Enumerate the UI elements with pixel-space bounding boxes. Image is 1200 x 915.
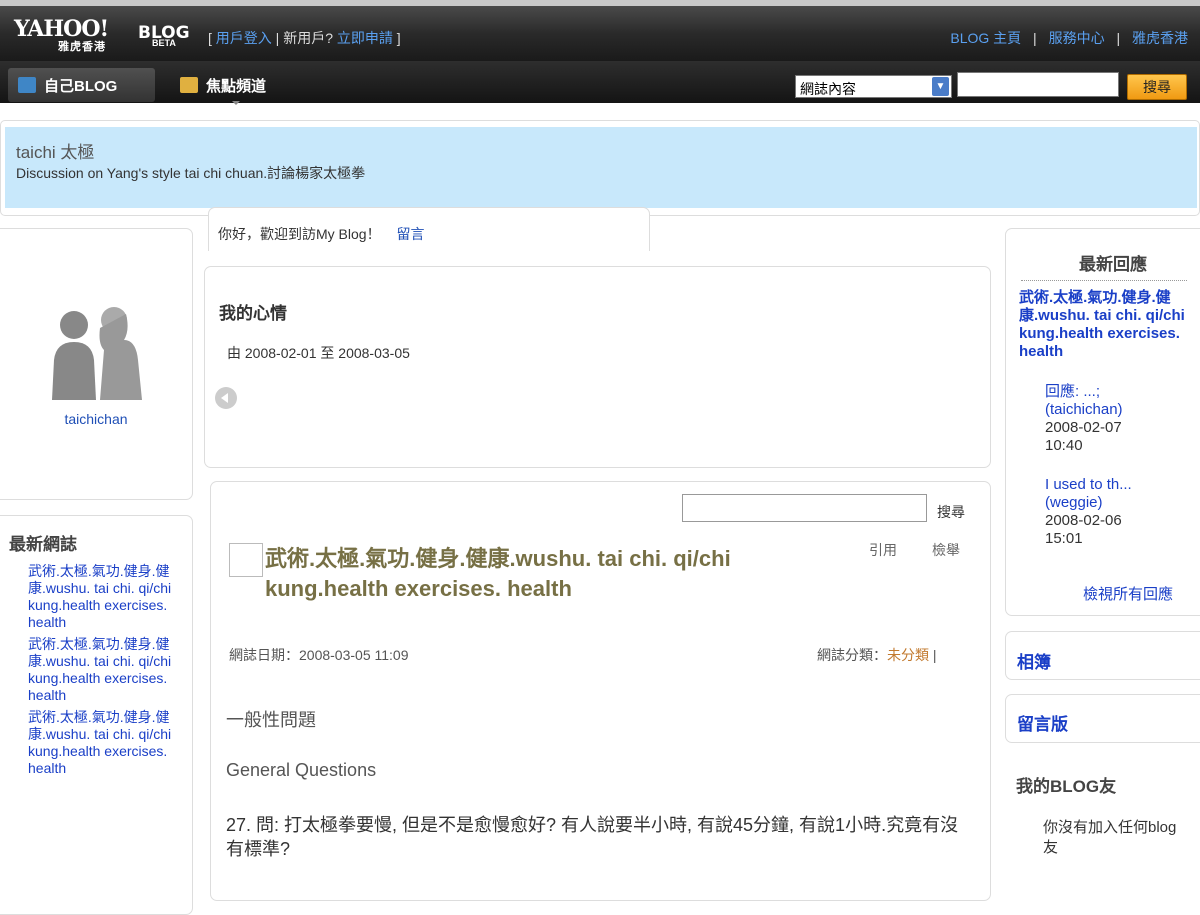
post-paragraph: 一般性問題 (226, 710, 316, 730)
auth-bracket-open: [ (208, 30, 212, 46)
mood-panel (204, 266, 991, 468)
chevron-down-icon[interactable] (232, 101, 240, 105)
blog-friends-empty: 你沒有加入任何blog友 (1043, 819, 1177, 856)
welcome-message: 你好，歡迎到訪My Blog！ 留言 (218, 226, 425, 242)
search-button[interactable]: 搜尋 (1127, 74, 1187, 100)
beta-badge: BETA (152, 38, 176, 48)
reply-item[interactable]: 回應: ...; (taichichan) 2008-02-07 10:40 (1045, 383, 1185, 455)
signup-link[interactable]: 立即申請 (337, 30, 393, 46)
folder-icon (180, 77, 198, 93)
post-paragraph: General Questions (226, 760, 377, 780)
report-link[interactable]: 檢舉 (932, 540, 960, 560)
blog-friends-title: 我的BLOG友 (1016, 777, 1117, 796)
guestbook-link[interactable]: 留言 (396, 226, 424, 242)
latest-post-link[interactable]: 武術.太極.氣功.健身.健康.wushu. tai chi. qi/chi ku… (28, 709, 173, 777)
tab-focus-channel[interactable]: 焦點頻道 (170, 68, 320, 102)
post-category: 網誌分類：未分類 | (817, 647, 937, 663)
nav-yahoo-hk[interactable]: 雅虎香港 (1132, 30, 1188, 46)
post-date: 網誌日期：2008-03-05 11:09 (229, 647, 409, 663)
mood-date-range: 由 2008-02-01 至 2008-03-05 (227, 345, 410, 361)
latest-replies-title: 最新回應 (1021, 250, 1187, 281)
latest-posts-list: 武術.太極.氣功.健身.健康.wushu. tai chi. qi/chi ku… (28, 563, 173, 782)
auth-bracket-close: ] (396, 30, 401, 46)
latest-posts-title: 最新網誌 (9, 535, 77, 554)
quote-link[interactable]: 引用 (869, 540, 897, 560)
view-all-replies-link[interactable]: 檢視所有回應 (1083, 583, 1173, 604)
auth-separator: | (275, 30, 280, 46)
nav-blog-home[interactable]: BLOG 主頁 (950, 30, 1021, 46)
blog-description: Discussion on Yang's style tai chi chuan… (16, 165, 366, 181)
login-link[interactable]: 用戶登入 (216, 30, 272, 46)
search-input[interactable] (957, 72, 1119, 97)
latest-post-link[interactable]: 武術.太極.氣功.健身.健康.wushu. tai chi. qi/chi ku… (28, 636, 173, 704)
post-mood-icon (229, 543, 263, 577)
auth-links: [ 用戶登入 | 新用戶? 立即申請 ] (208, 28, 401, 48)
blog-title: taichi 太極 (16, 143, 95, 162)
post-paragraph: 27. 問: 打太極拳要慢, 但是不是愈慢愈好? 有人說要半小時, 有說45分鐘… (226, 815, 959, 859)
post-title[interactable]: 武術.太極.氣功.健身.健康.wushu. tai chi. qi/chi ku… (265, 544, 825, 604)
previous-arrow-icon[interactable] (215, 387, 237, 409)
category-link[interactable]: 未分類 (887, 647, 929, 663)
post-search-input[interactable] (682, 494, 927, 522)
album-link[interactable]: 相簿 (1017, 648, 1051, 673)
post-search-button[interactable]: 搜尋 (937, 502, 965, 522)
new-user-label: 新用戶? (283, 30, 333, 46)
my-blog-icon (18, 77, 36, 93)
category-separator: | (932, 647, 937, 663)
nav-separator: | (1116, 30, 1121, 46)
profile-name-link[interactable]: taichichan (0, 411, 192, 427)
top-nav: BLOG 主頁 | 服務中心 | 雅虎香港 (950, 28, 1188, 48)
guestbook-board-link[interactable]: 留言版 (1017, 710, 1068, 735)
mood-title: 我的心情 (219, 304, 287, 323)
search-scope-select[interactable]: 網誌內容 ▼ (795, 75, 952, 98)
reply-post-link[interactable]: 武術.太極.氣功.健身.健康.wushu. tai chi. qi/chi ku… (1019, 289, 1189, 361)
tab-my-blog[interactable]: 自己BLOG (8, 68, 155, 102)
yahoo-logo[interactable]: YAHOO! 雅虎香港 (14, 16, 109, 53)
reply-item[interactable]: I used to th... (weggie) 2008-02-06 15:0… (1045, 476, 1185, 548)
avatar[interactable] (44, 300, 144, 400)
yahoo-logo-region: 雅虎香港 (58, 40, 106, 53)
nav-separator: | (1033, 30, 1037, 46)
latest-post-link[interactable]: 武術.太極.氣功.健身.健康.wushu. tai chi. qi/chi ku… (28, 563, 173, 631)
nav-service-center[interactable]: 服務中心 (1049, 30, 1105, 46)
top-bar: YAHOO! 雅虎香港 BLOG BETA [ 用戶登入 | 新用戶? 立即申請… (0, 0, 1200, 105)
dropdown-arrow-icon[interactable]: ▼ (932, 77, 949, 96)
